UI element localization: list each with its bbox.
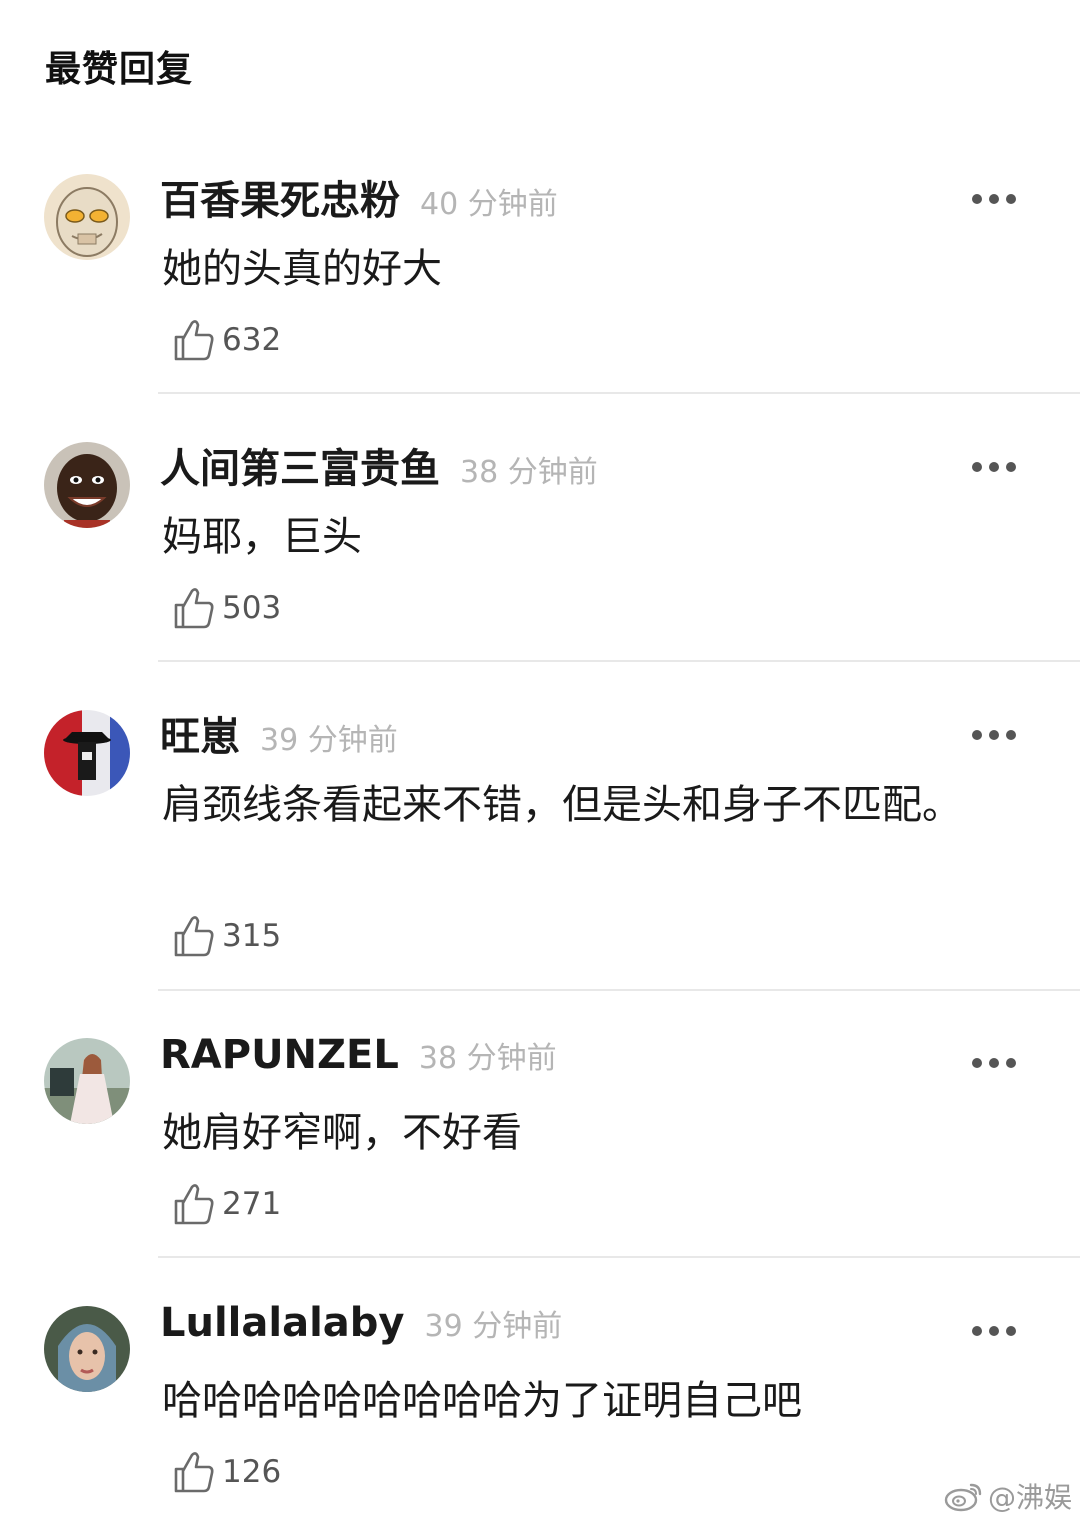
more-options-icon[interactable] xyxy=(972,460,1016,474)
comment-item: 百香果死忠粉 40 分钟前 她的头真的好大 632 xyxy=(0,140,1080,408)
watermark-text: @沸娱 xyxy=(988,1481,1073,1514)
divider xyxy=(158,989,1080,991)
timestamp: 39 分钟前 xyxy=(424,1309,563,1344)
comment-text: 肩颈线条看起来不错，但是头和身子不匹配。 xyxy=(162,782,962,828)
avatar[interactable] xyxy=(44,1038,130,1124)
like-button[interactable]: 271 xyxy=(172,1179,281,1229)
username[interactable]: 百香果死忠粉 xyxy=(160,168,400,226)
like-count: 503 xyxy=(222,590,282,626)
timestamp: 38 分钟前 xyxy=(460,455,598,490)
thumbs-up-icon xyxy=(174,916,214,957)
like-button[interactable]: 503 xyxy=(172,583,281,633)
more-options-icon[interactable] xyxy=(972,1056,1016,1070)
more-options-icon[interactable] xyxy=(972,728,1016,742)
username[interactable]: 旺崽 xyxy=(160,704,240,762)
like-count: 271 xyxy=(222,1186,282,1222)
weibo-icon xyxy=(944,1483,982,1512)
comment-item: 人间第三富贵鱼 38 分钟前 妈耶，巨头 503 xyxy=(0,408,1080,676)
comment-text: 她肩好窄啊，不好看 xyxy=(162,1110,522,1156)
comment-text: 她的头真的好大 xyxy=(162,246,442,292)
comment-item: RAPUNZEL 38 分钟前 她肩好窄啊，不好看 271 xyxy=(0,1004,1080,1272)
like-count: 126 xyxy=(222,1454,282,1490)
like-button[interactable]: 632 xyxy=(172,315,281,365)
divider xyxy=(158,660,1080,662)
username[interactable]: Lullalalaby xyxy=(160,1300,405,1346)
thumbs-up-icon xyxy=(174,1184,214,1225)
divider xyxy=(158,1256,1080,1258)
like-button[interactable]: 126 xyxy=(172,1447,281,1497)
comment-item: Lullalalaby 39 分钟前 哈哈哈哈哈哈哈哈哈为了证明自己吧 126 xyxy=(0,1272,1080,1520)
avatar[interactable] xyxy=(44,1306,130,1392)
thumbs-up-icon xyxy=(174,588,214,629)
timestamp: 40 分钟前 xyxy=(420,187,558,222)
avatar[interactable] xyxy=(44,710,130,796)
like-count: 315 xyxy=(222,918,282,954)
section-title: 最赞回复 xyxy=(45,49,194,90)
like-count: 632 xyxy=(222,322,282,358)
comment-text: 妈耶，巨头 xyxy=(162,514,362,560)
divider xyxy=(158,392,1080,394)
thumbs-up-icon xyxy=(174,320,214,361)
username[interactable]: 人间第三富贵鱼 xyxy=(160,436,440,494)
avatar[interactable] xyxy=(44,174,130,260)
timestamp: 39 分钟前 xyxy=(260,723,398,758)
timestamp: 38 分钟前 xyxy=(418,1041,557,1076)
username[interactable]: RAPUNZEL xyxy=(160,1032,399,1078)
more-options-icon[interactable] xyxy=(972,1324,1016,1338)
more-options-icon[interactable] xyxy=(972,192,1016,206)
comment-item: 旺崽 39 分钟前 肩颈线条看起来不错，但是头和身子不匹配。 315 xyxy=(0,676,1080,1006)
thumbs-up-icon xyxy=(174,1452,214,1493)
comment-text: 哈哈哈哈哈哈哈哈哈为了证明自己吧 xyxy=(162,1378,802,1424)
watermark: @沸娱 xyxy=(944,1476,1072,1516)
like-button[interactable]: 315 xyxy=(172,911,281,961)
avatar[interactable] xyxy=(44,442,130,528)
